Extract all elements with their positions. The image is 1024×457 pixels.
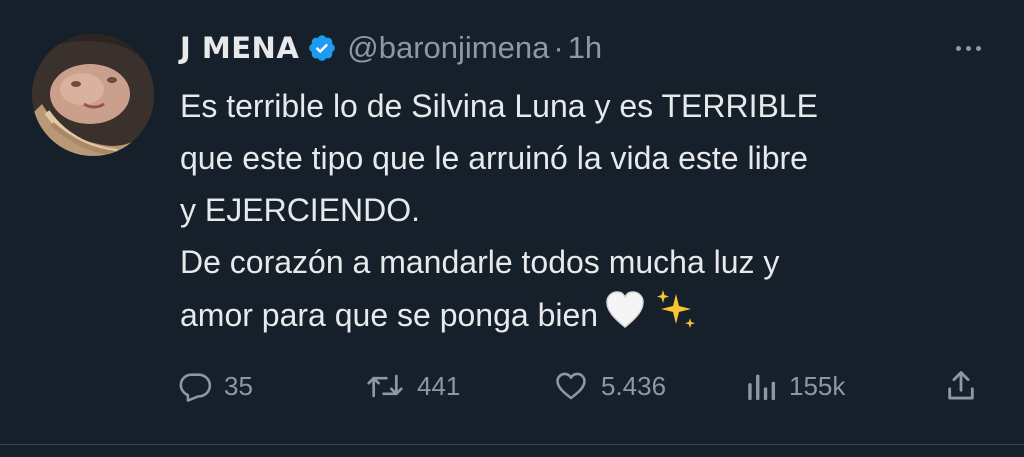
tweet-header: J MENA @baronjimena · 1h (180, 26, 602, 70)
share-button[interactable] (944, 360, 978, 412)
retweet-count: 441 (417, 370, 461, 401)
sparkles-emoji-icon (652, 288, 698, 347)
reply-icon (178, 369, 212, 403)
reply-button[interactable]: 35 (178, 360, 253, 412)
views-count: 155k (789, 370, 846, 401)
tweet-actions-bar: 35 441 5.436 155k (0, 360, 1024, 412)
avatar[interactable] (32, 34, 154, 156)
separator-dot: · (553, 30, 564, 65)
verified-badge-icon (307, 33, 337, 63)
retweet-icon (365, 369, 405, 403)
avatar-image (32, 34, 154, 156)
user-handle[interactable]: @baronjimena (347, 30, 549, 66)
tweet-text-line: Es terrible lo de Silvina Luna y es TERR… (180, 88, 818, 124)
heart-icon (553, 369, 589, 403)
tweet-text-line: amor para que se ponga bien (180, 296, 599, 333)
views-icon (745, 369, 777, 403)
display-name[interactable]: J MENA (180, 31, 299, 65)
tweet-text-line: que este tipo que le arruinó la vida est… (180, 140, 808, 176)
views-button[interactable]: 155k (745, 360, 845, 412)
retweet-button[interactable]: 441 (365, 360, 460, 412)
tweet[interactable]: J MENA @baronjimena · 1h Es terrible lo … (0, 0, 1024, 444)
divider (0, 444, 1024, 445)
tweet-text: Es terrible lo de Silvina Luna y es TERR… (180, 80, 1000, 347)
like-button[interactable]: 5.436 (553, 360, 666, 412)
share-icon (944, 368, 978, 404)
like-count: 5.436 (601, 370, 667, 401)
tweet-text-last-line: amor para que se ponga bien (180, 288, 1000, 347)
reply-count: 35 (224, 370, 253, 401)
tweet-text-line: De corazón a mandarle todos mucha luz y (180, 244, 780, 280)
timestamp[interactable]: 1h (568, 30, 602, 66)
tweet-text-line: y EJERCIENDO. (180, 192, 421, 228)
white-heart-emoji-icon (604, 290, 646, 345)
more-options-icon[interactable] (948, 36, 988, 60)
